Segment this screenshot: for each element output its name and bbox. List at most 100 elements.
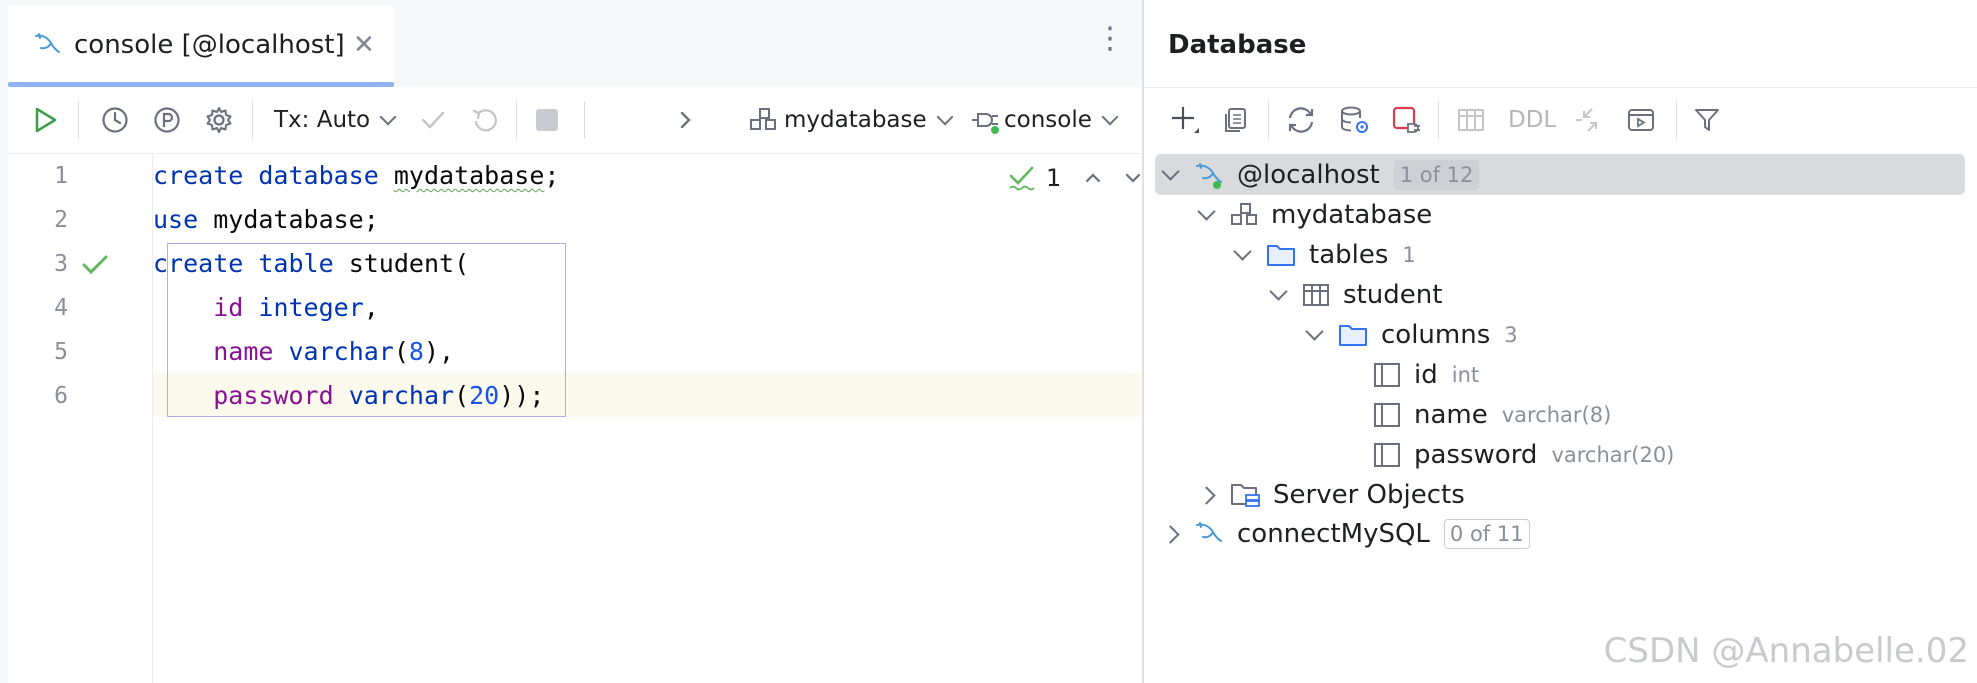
disconnect-icon xyxy=(1392,106,1420,133)
folder-icon xyxy=(1267,245,1295,266)
chevron-down-icon xyxy=(1101,108,1119,126)
schema-selector[interactable]: mydatabase xyxy=(748,103,954,137)
inspection-count: 1 xyxy=(1046,164,1062,192)
table-icon xyxy=(1458,109,1484,131)
chevron-down-icon[interactable] xyxy=(1269,281,1288,301)
p-circle-icon xyxy=(154,107,180,133)
table-editor-button[interactable] xyxy=(1456,103,1486,137)
line-number: 3 xyxy=(54,251,68,277)
server-objects-folder-icon xyxy=(1231,484,1260,507)
rollback-button[interactable] xyxy=(470,103,500,137)
check-icon xyxy=(421,111,445,129)
column-icon xyxy=(1374,403,1400,427)
toolbar-separator xyxy=(252,101,253,139)
line-number: 1 xyxy=(54,163,68,189)
tx-mode-label: Tx: Auto xyxy=(274,107,371,133)
code-line: use mydatabase; xyxy=(153,205,379,234)
refresh-button[interactable] xyxy=(1284,103,1318,137)
database-tool-window: Database DDL @localhost 1 of 12 mydataba… xyxy=(1144,0,1977,683)
chevron-down-icon[interactable] xyxy=(1197,201,1216,221)
schema-icon xyxy=(750,108,776,130)
tab-console[interactable]: console [@localhost] ✕ xyxy=(8,6,394,87)
add-button[interactable] xyxy=(1168,103,1202,137)
expand-toolbar-button[interactable] xyxy=(676,103,696,137)
plug-icon xyxy=(972,113,999,134)
count-badge: 0 of 11 xyxy=(1443,519,1530,549)
toolbar-separator xyxy=(584,101,585,139)
chevron-right-icon xyxy=(680,111,691,129)
mysql-dolphin-icon xyxy=(32,30,62,64)
data-source-properties-button[interactable] xyxy=(1338,103,1370,137)
line-number-gutter: 1 2 3 4 5 6 xyxy=(8,154,153,683)
session-selector[interactable]: console xyxy=(970,103,1119,137)
refresh-icon xyxy=(1288,107,1314,133)
column-icon xyxy=(1374,443,1400,467)
mysql-dolphin-icon xyxy=(1196,163,1222,189)
more-vertical-icon[interactable]: ⋮ xyxy=(1095,24,1125,54)
parameters-button[interactable] xyxy=(152,103,182,137)
play-icon xyxy=(35,107,57,133)
settings-button[interactable] xyxy=(204,103,234,137)
gear-icon xyxy=(206,107,232,133)
chevron-down-icon xyxy=(936,108,954,126)
plus-icon xyxy=(1172,107,1199,133)
table-icon xyxy=(1303,284,1329,306)
schema-icon xyxy=(1231,203,1257,225)
execution-success-icon[interactable] xyxy=(80,252,110,278)
tree-node-student[interactable]: student xyxy=(1269,275,1442,315)
tree-node-connectmysql[interactable]: connectMySQL 0 of 11 xyxy=(1161,514,1530,554)
ddl-button[interactable]: DDL xyxy=(1508,103,1556,137)
chevron-down-icon[interactable] xyxy=(1305,321,1324,341)
chevron-right-icon[interactable] xyxy=(1197,485,1216,505)
tree-node-columns[interactable]: columns 3 xyxy=(1305,315,1518,355)
stop-icon xyxy=(536,109,558,131)
tree-node-server-objects[interactable]: Server Objects xyxy=(1197,475,1465,515)
chevron-up-icon[interactable] xyxy=(1081,166,1105,190)
commit-button[interactable] xyxy=(418,103,448,137)
chevron-right-icon[interactable] xyxy=(1161,524,1180,544)
line-number: 5 xyxy=(54,339,68,365)
toolbar-separator xyxy=(78,101,79,139)
editor-pane: console [@localhost] ✕ ⋮ Tx: Auto mydata… xyxy=(8,0,1142,683)
tree-node-column-password[interactable]: password varchar(20) xyxy=(1372,435,1674,475)
tree-node-column-id[interactable]: id int xyxy=(1372,355,1479,395)
jump-to-source-button[interactable] xyxy=(1574,103,1606,137)
open-console-button[interactable] xyxy=(1626,103,1656,137)
inspection-check-icon xyxy=(1009,166,1035,191)
editor-toolbar: Tx: Auto mydatabase console xyxy=(8,87,1142,154)
transaction-mode-dropdown[interactable]: Tx: Auto xyxy=(274,103,397,137)
history-button[interactable] xyxy=(100,103,130,137)
tree-node-localhost[interactable]: @localhost 1 of 12 xyxy=(1161,155,1480,195)
chevron-down-icon xyxy=(379,108,397,126)
line-number: 6 xyxy=(54,383,68,409)
execute-button[interactable] xyxy=(30,103,60,137)
database-settings-icon xyxy=(1341,106,1368,133)
stop-button[interactable] xyxy=(536,103,558,137)
tree-node-column-name[interactable]: name varchar(8) xyxy=(1372,395,1611,435)
tree-node-tables[interactable]: tables 1 xyxy=(1233,235,1416,275)
session-label: console xyxy=(1004,107,1092,133)
close-icon[interactable]: ✕ xyxy=(353,32,375,58)
code-line: name varchar(8), xyxy=(213,337,455,366)
copy-button[interactable] xyxy=(1220,103,1250,137)
database-toolbar: DDL xyxy=(1144,87,1977,153)
filter-button[interactable] xyxy=(1692,103,1722,137)
tree-node-mydatabase[interactable]: mydatabase xyxy=(1197,195,1432,235)
database-header: Database xyxy=(1144,0,1977,88)
toolbar-separator xyxy=(1438,101,1439,139)
disconnect-button[interactable] xyxy=(1390,103,1422,137)
ddl-label: DDL xyxy=(1508,107,1557,133)
code-line: password varchar(20)); xyxy=(213,381,545,410)
chevron-down-icon[interactable] xyxy=(1233,241,1252,261)
tab-label: console [@localhost] xyxy=(74,30,345,60)
chevron-down-icon[interactable] xyxy=(1161,161,1180,181)
toolbar-separator xyxy=(1268,101,1269,139)
line-number: 2 xyxy=(54,207,68,233)
jump-arrows-icon xyxy=(1576,108,1597,132)
inspection-widget[interactable]: 1 xyxy=(1008,164,1145,192)
clock-icon xyxy=(102,107,128,133)
watermark: CSDN @Annabelle.02 xyxy=(1603,631,1969,671)
code-line: create table student( xyxy=(153,249,470,278)
undo-icon xyxy=(472,109,497,132)
code-editor[interactable]: create database mydatabase; use mydataba… xyxy=(153,154,1142,683)
